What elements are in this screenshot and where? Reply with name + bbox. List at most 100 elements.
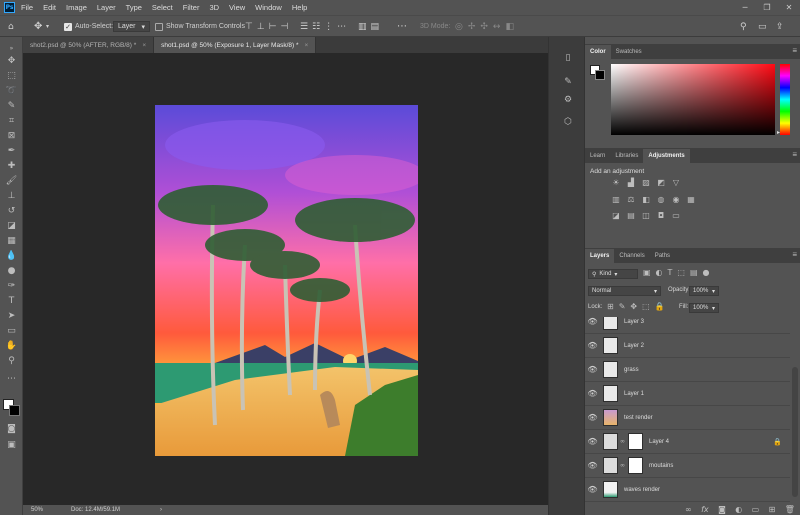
- distribute-buttons[interactable]: ☰☷⋮⋯: [300, 20, 350, 33]
- show-transform-checkbox[interactable]: Show Transform Controls: [155, 20, 245, 33]
- link-icon[interactable]: ∞: [618, 438, 627, 445]
- color-picker-field[interactable]: [611, 64, 775, 135]
- status-menu-icon[interactable]: ›: [160, 507, 162, 513]
- tab-channels[interactable]: Channels: [614, 249, 649, 263]
- layer-row[interactable]: 👁 waves render: [585, 478, 790, 502]
- frame-tool-icon[interactable]: ⊠: [4, 129, 19, 143]
- menu-window[interactable]: Window: [255, 3, 282, 12]
- photo-filter-icon[interactable]: ◍: [656, 194, 666, 204]
- dodge-tool-icon[interactable]: ●: [4, 264, 19, 278]
- minimize-icon[interactable]: ─: [734, 0, 756, 15]
- hue-slider-handle-icon[interactable]: ▸: [777, 129, 780, 136]
- levels-icon[interactable]: ▟: [626, 177, 636, 187]
- tab-learn[interactable]: Learn: [585, 149, 610, 163]
- delete-layer-icon[interactable]: 🗑: [785, 505, 795, 514]
- adjustment-layer-icon[interactable]: ◐: [735, 505, 742, 514]
- home-icon[interactable]: ⌂: [8, 20, 14, 33]
- tab-color[interactable]: Color: [585, 45, 611, 59]
- new-group-icon[interactable]: ▭: [752, 505, 760, 514]
- pen-tool-icon[interactable]: ✑: [4, 279, 19, 293]
- tab-adjustments[interactable]: Adjustments: [643, 149, 690, 163]
- history-brush-tool-icon[interactable]: ↺: [4, 204, 19, 218]
- new-layer-icon[interactable]: ⊞: [769, 505, 776, 514]
- menu-3d[interactable]: 3D: [209, 3, 219, 12]
- marquee-tool-icon[interactable]: ⬚: [4, 69, 19, 83]
- menu-edit[interactable]: Edit: [43, 3, 56, 12]
- edit-toolbar-icon[interactable]: ⋯: [4, 372, 19, 386]
- panel-menu-icon[interactable]: ≡: [792, 250, 797, 259]
- workspace-icon[interactable]: ▭: [758, 20, 767, 33]
- quick-select-tool-icon[interactable]: ✎: [4, 99, 19, 113]
- menu-file[interactable]: File: [21, 3, 33, 12]
- color-lookup-icon[interactable]: ▦: [686, 194, 696, 204]
- vibrance-icon[interactable]: ▽: [671, 177, 681, 187]
- selective-color-icon[interactable]: ◘: [656, 210, 666, 220]
- hue-slider[interactable]: [780, 64, 790, 135]
- crop-tool-icon[interactable]: ⌗: [4, 114, 19, 128]
- history-icon[interactable]: ▯: [561, 51, 575, 65]
- document-canvas[interactable]: [155, 105, 418, 456]
- menu-type[interactable]: Type: [126, 3, 142, 12]
- visibility-eye-icon[interactable]: 👁: [585, 341, 600, 350]
- invert-icon[interactable]: ◪: [611, 210, 621, 220]
- layer-row[interactable]: 👁 Layer 3: [585, 317, 790, 334]
- tab-paths[interactable]: Paths: [650, 249, 675, 263]
- eyedropper-tool-icon[interactable]: ✒: [4, 144, 19, 158]
- tab-libraries[interactable]: Libraries: [610, 149, 643, 163]
- search-icon[interactable]: ⚲: [740, 20, 747, 33]
- lock-options-icons[interactable]: ⊞✎✥⬚🔒: [607, 302, 670, 311]
- threshold-icon[interactable]: ◫: [641, 210, 651, 220]
- menu-image[interactable]: Image: [66, 3, 87, 12]
- tab-swatches[interactable]: Swatches: [611, 45, 647, 59]
- panel-menu-icon[interactable]: ≡: [792, 46, 797, 55]
- menu-view[interactable]: View: [229, 3, 245, 12]
- close-icon[interactable]: ×: [305, 42, 309, 49]
- tool-preset-chevron-icon[interactable]: ▾: [46, 20, 49, 33]
- quick-mask-icon[interactable]: ◙: [4, 422, 19, 436]
- layer-row[interactable]: 👁 ∞ Layer 4 🔒: [585, 430, 790, 454]
- layer-row[interactable]: 👁 ∞ moutains: [585, 454, 790, 478]
- blur-tool-icon[interactable]: 💧: [4, 249, 19, 263]
- properties-icon[interactable]: ⚙: [561, 93, 575, 107]
- visibility-eye-icon[interactable]: 👁: [585, 365, 600, 374]
- zoom-level[interactable]: 50%: [31, 507, 43, 513]
- path-selection-tool-icon[interactable]: ➤: [4, 309, 19, 323]
- background-color-swatch[interactable]: [9, 405, 20, 416]
- link-icon[interactable]: ∞: [618, 462, 627, 469]
- layer-row[interactable]: 👁 Layer 1: [585, 382, 790, 406]
- menu-select[interactable]: Select: [152, 3, 173, 12]
- brightness-icon[interactable]: ☀: [611, 177, 621, 187]
- move-tool-icon[interactable]: ✥: [34, 20, 42, 33]
- move-tool-icon[interactable]: ✥: [4, 54, 19, 68]
- layer-row[interactable]: 👁 grass: [585, 358, 790, 382]
- fx-icon[interactable]: fx: [701, 505, 709, 514]
- link-layers-icon[interactable]: ∞: [685, 505, 692, 514]
- layers-scrollbar[interactable]: [792, 367, 798, 497]
- color-balance-icon[interactable]: ⚖: [626, 194, 636, 204]
- tab-shot1[interactable]: shot1.psd @ 50% (Exposure 1, Layer Mask/…: [154, 37, 317, 53]
- zoom-tool-icon[interactable]: ⚲: [4, 354, 19, 368]
- brush-settings-icon[interactable]: ✎: [561, 75, 575, 89]
- eraser-tool-icon[interactable]: ◪: [4, 219, 19, 233]
- screen-mode-icon[interactable]: ▣: [4, 438, 19, 452]
- layer-filter-icons[interactable]: ▣◐T⬚▤●: [643, 268, 715, 277]
- layer-row[interactable]: 👁 test render: [585, 406, 790, 430]
- share-icon[interactable]: ⇪: [776, 20, 784, 33]
- exposure-icon[interactable]: ◩: [656, 177, 666, 187]
- visibility-eye-icon[interactable]: 👁: [585, 461, 600, 470]
- layer-mask-thumbnail[interactable]: [628, 457, 643, 474]
- type-tool-icon[interactable]: T: [4, 294, 19, 308]
- hand-tool-icon[interactable]: ✋: [4, 339, 19, 353]
- blend-mode-dropdown[interactable]: Normal ▾: [588, 286, 661, 296]
- gradient-map-icon[interactable]: ▭: [671, 210, 681, 220]
- add-mask-icon[interactable]: ◙: [718, 505, 726, 514]
- menu-layer[interactable]: Layer: [97, 3, 116, 12]
- rectangle-tool-icon[interactable]: ▭: [4, 324, 19, 338]
- photoshop-logo[interactable]: Ps: [4, 2, 15, 13]
- distribute-more-buttons[interactable]: ▥▤: [358, 20, 383, 33]
- background-color-swatch[interactable]: [595, 70, 605, 80]
- fill-field[interactable]: 100% ▾: [689, 303, 719, 313]
- visibility-eye-icon[interactable]: 👁: [585, 485, 600, 494]
- align-buttons[interactable]: ⊤⊥⊢⊣: [245, 20, 292, 33]
- brush-tool-icon[interactable]: 🖌: [4, 174, 19, 188]
